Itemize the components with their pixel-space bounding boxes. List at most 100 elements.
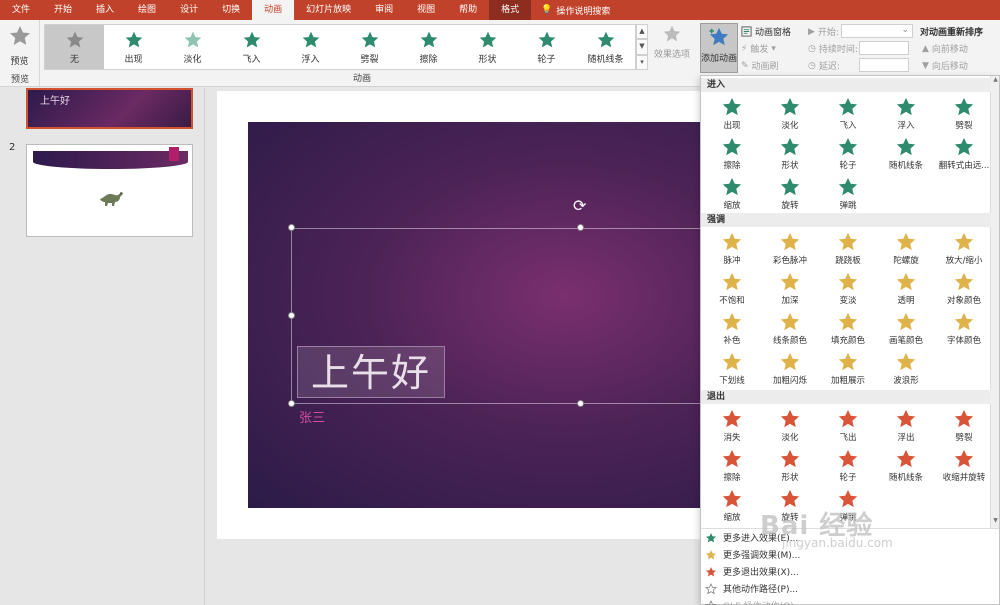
exit-effect-3[interactable]: 浮出 xyxy=(877,405,935,445)
emphasis-effect-1[interactable]: 彩色脉冲 xyxy=(761,228,819,268)
menu-tab-2[interactable]: 插入 xyxy=(84,0,126,20)
emphasis-effect-13[interactable]: 画笔颜色 xyxy=(877,308,935,348)
emphasis-effect-15[interactable]: 下划线 xyxy=(703,348,761,388)
entrance-effect-3[interactable]: 浮入 xyxy=(877,93,935,133)
resize-handle-tl[interactable] xyxy=(288,224,295,231)
gallery-item-0[interactable]: 无 xyxy=(45,25,104,69)
animation-painter-button[interactable]: ✎ 动画刷 xyxy=(741,59,779,73)
exit-effect-label: 收缩并旋转 xyxy=(942,472,986,483)
exit-effect-0[interactable]: 消失 xyxy=(703,405,761,445)
add-animation-button[interactable]: 添加动画 xyxy=(700,23,738,73)
gallery-scroll[interactable]: ▲ ▼ ▾ xyxy=(636,24,648,70)
move-earlier-button[interactable]: ▲ 向前移动 xyxy=(922,42,968,56)
emphasis-effect-8[interactable]: 透明 xyxy=(877,268,935,308)
exit-effect-6[interactable]: 形状 xyxy=(761,445,819,485)
gallery-item-6[interactable]: 擦除 xyxy=(399,25,458,69)
gallery-up-icon[interactable]: ▲ xyxy=(636,24,648,40)
menu-tab-7[interactable]: 幻灯片放映 xyxy=(294,0,363,20)
emphasis-effect-4[interactable]: 放大/缩小 xyxy=(935,228,993,268)
rotate-handle-icon[interactable]: ⟳ xyxy=(573,196,586,215)
slide-thumbnail-2[interactable] xyxy=(26,144,193,237)
animation-pane-button[interactable]: 动画窗格 xyxy=(741,25,791,38)
emphasis-effect-6[interactable]: 加深 xyxy=(761,268,819,308)
dropdown-menu-item-1[interactable]: 更多强调效果(M)... xyxy=(701,546,999,563)
slide-subtitle-text[interactable]: 张三 xyxy=(299,407,325,426)
entrance-effect-2[interactable]: 飞入 xyxy=(819,93,877,133)
emphasis-effect-14[interactable]: 字体颜色 xyxy=(935,308,993,348)
entrance-effect-11[interactable]: 旋转 xyxy=(761,173,819,213)
menu-tab-11[interactable]: 格式 xyxy=(489,0,532,20)
effect-options-button[interactable]: 效果选项 xyxy=(650,24,694,60)
dropdown-menu-item-2[interactable]: 更多退出效果(X)... xyxy=(701,563,999,580)
dropdown-menu-item-3[interactable]: 其他动作路径(P)... xyxy=(701,580,999,597)
slide-title-textbox[interactable]: 上午好 xyxy=(297,346,445,398)
entrance-effect-10[interactable]: 缩放 xyxy=(703,173,761,213)
entrance-effect-9[interactable]: 翻转式由远... xyxy=(935,133,993,173)
menu-tab-5[interactable]: 切换 xyxy=(210,0,252,20)
emphasis-effect-5[interactable]: 不饱和 xyxy=(703,268,761,308)
gallery-item-1[interactable]: 出现 xyxy=(104,25,163,69)
exit-effect-11[interactable]: 旋转 xyxy=(761,485,819,525)
emphasis-effect-18[interactable]: 波浪形 xyxy=(877,348,935,388)
menu-tab-10[interactable]: 帮助 xyxy=(447,0,489,20)
emphasis-effect-12[interactable]: 填充颜色 xyxy=(819,308,877,348)
emphasis-effect-9[interactable]: 对象颜色 xyxy=(935,268,993,308)
resize-handle-bm[interactable] xyxy=(577,400,584,407)
move-later-button[interactable]: ▼ 向后移动 xyxy=(922,59,968,73)
preview-button[interactable]: 预览 预览 xyxy=(0,20,40,87)
gallery-more-icon[interactable]: ▾ xyxy=(636,54,648,70)
emphasis-effect-16[interactable]: 加粗闪烁 xyxy=(761,348,819,388)
dropdown-scroll-up-icon[interactable]: ▲ xyxy=(991,76,1000,85)
entrance-effect-1[interactable]: 淡化 xyxy=(761,93,819,133)
gallery-item-2[interactable]: 淡化 xyxy=(163,25,222,69)
gallery-item-9[interactable]: 随机线条 xyxy=(576,25,635,69)
gallery-item-7[interactable]: 形状 xyxy=(458,25,517,69)
delay-input[interactable] xyxy=(859,58,909,72)
dropdown-menu-item-4[interactable]: OLE 操作动作(O)... xyxy=(701,597,999,605)
tell-me-search[interactable]: 💡 操作说明搜索 xyxy=(531,4,610,17)
menu-tab-3[interactable]: 绘图 xyxy=(126,0,168,20)
exit-effect-7[interactable]: 轮子 xyxy=(819,445,877,485)
entrance-effect-5[interactable]: 擦除 xyxy=(703,133,761,173)
trigger-button[interactable]: ⚡ 触发 ▾ xyxy=(741,42,776,56)
exit-effect-10[interactable]: 缩放 xyxy=(703,485,761,525)
menu-tab-6[interactable]: 动画 xyxy=(252,0,295,20)
gallery-item-8[interactable]: 轮子 xyxy=(517,25,576,69)
menu-tab-0[interactable]: 文件 xyxy=(0,0,42,20)
resize-handle-ml[interactable] xyxy=(288,312,295,319)
emphasis-effect-11[interactable]: 线条颜色 xyxy=(761,308,819,348)
exit-effect-2[interactable]: 飞出 xyxy=(819,405,877,445)
menu-tab-4[interactable]: 设计 xyxy=(168,0,210,20)
resize-handle-tm[interactable] xyxy=(577,224,584,231)
gallery-down-icon[interactable]: ▼ xyxy=(636,39,648,55)
slide-thumbnail-1[interactable]: 上午好 xyxy=(26,88,193,129)
gallery-item-4[interactable]: 浮入 xyxy=(281,25,340,69)
entrance-effect-7[interactable]: 轮子 xyxy=(819,133,877,173)
start-select[interactable]: ⌄ xyxy=(841,24,913,38)
exit-effect-5[interactable]: 擦除 xyxy=(703,445,761,485)
menu-tab-8[interactable]: 审阅 xyxy=(363,0,405,20)
exit-effect-12[interactable]: 弹跳 xyxy=(819,485,877,525)
emphasis-effect-7[interactable]: 变淡 xyxy=(819,268,877,308)
exit-effect-9[interactable]: 收缩并旋转 xyxy=(935,445,993,485)
entrance-effect-0[interactable]: 出现 xyxy=(703,93,761,133)
emphasis-effect-0[interactable]: 脉冲 xyxy=(703,228,761,268)
entrance-effect-6[interactable]: 形状 xyxy=(761,133,819,173)
entrance-effect-4[interactable]: 劈裂 xyxy=(935,93,993,133)
dropdown-menu-item-0[interactable]: 更多进入效果(E)... xyxy=(701,529,999,546)
emphasis-effect-10[interactable]: 补色 xyxy=(703,308,761,348)
resize-handle-bl[interactable] xyxy=(288,400,295,407)
menu-tab-1[interactable]: 开始 xyxy=(42,0,84,20)
exit-effect-4[interactable]: 劈裂 xyxy=(935,405,993,445)
gallery-item-3[interactable]: 飞入 xyxy=(222,25,281,69)
exit-effect-1[interactable]: 淡化 xyxy=(761,405,819,445)
menu-tab-9[interactable]: 视图 xyxy=(405,0,447,20)
entrance-effect-12[interactable]: 弹跳 xyxy=(819,173,877,213)
gallery-item-5[interactable]: 劈裂 xyxy=(340,25,399,69)
emphasis-effect-3[interactable]: 陀螺旋 xyxy=(877,228,935,268)
duration-input[interactable] xyxy=(859,41,909,55)
emphasis-effect-17[interactable]: 加粗展示 xyxy=(819,348,877,388)
exit-effect-8[interactable]: 随机线条 xyxy=(877,445,935,485)
emphasis-effect-2[interactable]: 跷跷板 xyxy=(819,228,877,268)
entrance-effect-8[interactable]: 随机线条 xyxy=(877,133,935,173)
